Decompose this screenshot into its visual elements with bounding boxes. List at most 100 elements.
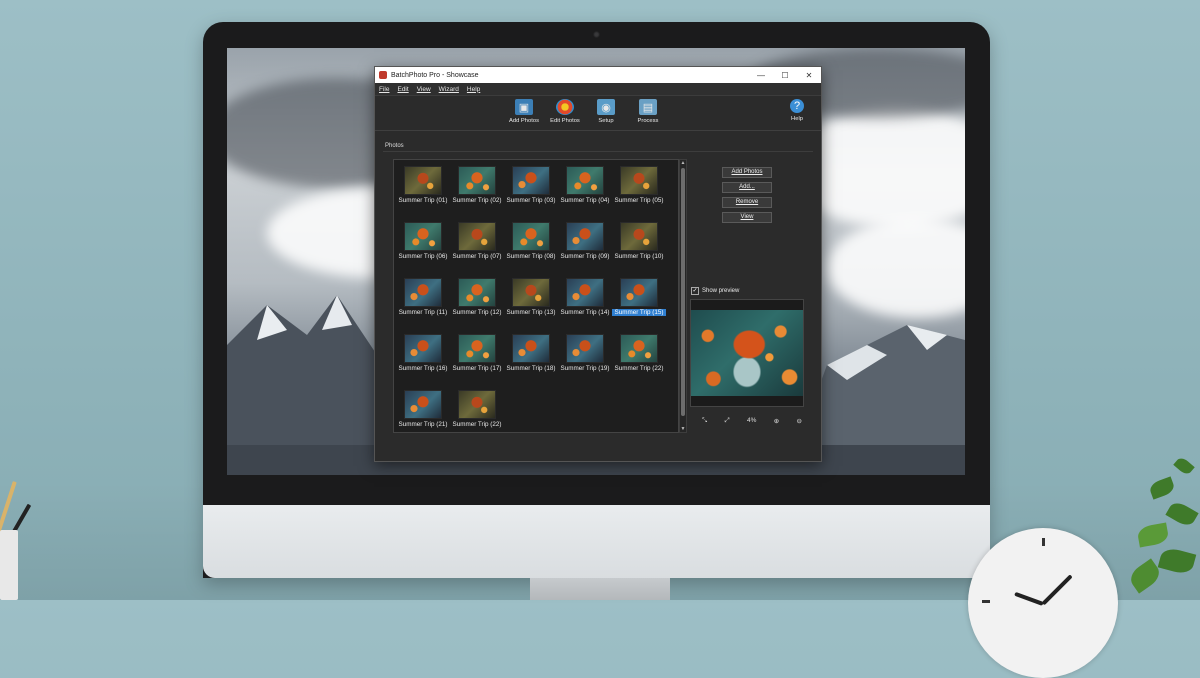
monitor-stand [530,578,670,600]
zoom-level: 4% [747,417,757,424]
photo-caption: Summer Trip (10) [614,253,664,260]
photo-thumbnail-image [404,166,442,195]
checkbox-check-icon: ✓ [691,287,699,295]
menu-wizard[interactable]: Wizard [439,86,459,93]
photo-thumbnail-item[interactable]: Summer Trip (01) [396,164,450,204]
photo-thumbnail-item[interactable]: Summer Trip (14) [558,276,612,316]
process-icon: ▤ [639,99,657,115]
zoom-in-icon[interactable]: ⊕ [774,417,779,425]
show-preview-label: Show preview [702,288,740,294]
photo-thumbnail-image [620,334,658,363]
photo-caption: Summer Trip (07) [452,253,502,260]
app-logo-icon [379,71,387,79]
photo-thumbnail-image [404,278,442,307]
fit-to-window-icon[interactable]: ⤡ [702,417,707,425]
remove-button-label: Remove [735,199,759,205]
photo-thumbnail-image [404,222,442,251]
close-button[interactable]: ✕ [797,71,821,80]
photo-thumbnail-image [566,166,604,195]
scroll-up-arrow[interactable]: ▲ [680,160,686,166]
toolbar-process-button[interactable]: ▤ Process [630,99,666,124]
actual-size-icon[interactable]: ⤢ [725,417,730,425]
minimize-button[interactable]: — [749,71,773,80]
menu-file[interactable]: File [379,86,389,93]
toolbar-setup-button[interactable]: ◉ Setup [588,99,624,124]
photo-caption: Summer Trip (17) [452,365,502,372]
menu-view[interactable]: View [417,86,431,93]
menu-bar: File Edit View Wizard Help [375,83,821,96]
photo-caption: Summer Trip (22) [452,421,502,428]
app-window: BatchPhoto Pro - Showcase — ☐ ✕ File Edi… [374,66,822,462]
photo-thumbnail-image [512,166,550,195]
monitor-chin [203,505,990,578]
view-button[interactable]: View [722,212,772,223]
preview-toolbar: ⤡ ⤢ 4% ⊕ ⊖ [702,417,802,425]
photo-caption: Summer Trip (09) [560,253,610,260]
toolbar-add-photos-button[interactable]: ▣ Add Photos [506,99,542,124]
photo-thumbnail-item[interactable]: Summer Trip (08) [504,220,558,260]
photo-thumbnail-image [458,278,496,307]
photo-thumbnail-image [404,390,442,419]
photo-thumbnail-image [566,278,604,307]
photo-caption: Summer Trip (04) [560,197,610,204]
scroll-down-arrow[interactable]: ▼ [680,426,686,432]
photo-thumbnail-item[interactable]: Summer Trip (03) [504,164,558,204]
photo-caption: Summer Trip (06) [398,253,448,260]
zoom-out-icon[interactable]: ⊖ [797,417,802,425]
clock-minute-hand [1041,574,1073,606]
toolbar-help-label: Help [791,116,803,122]
add-button[interactable]: Add... [722,182,772,193]
edit-photos-icon [556,99,574,115]
toolbar-process-label: Process [637,118,659,124]
photo-thumbnail-item[interactable]: Summer Trip (10) [612,220,666,260]
photo-thumbnail-item[interactable]: Summer Trip (13) [504,276,558,316]
photo-thumbnail-item[interactable]: Summer Trip (04) [558,164,612,204]
help-icon: ? [790,99,804,113]
photo-thumbnail-item[interactable]: Summer Trip (16) [396,332,450,372]
toolbar-edit-photos-button[interactable]: Edit Photos [547,99,583,124]
photo-caption: Summer Trip (16) [398,365,448,372]
view-button-label: View [740,214,754,220]
photo-thumbnail-item[interactable]: Summer Trip (11) [396,276,450,316]
toolbar-help-button[interactable]: ? Help [779,99,815,122]
photo-grid-scrollbar[interactable]: ▲ ▼ [679,159,687,433]
photo-thumbnail-item[interactable]: Summer Trip (22) [612,332,666,372]
photo-thumbnail-item[interactable]: Summer Trip (06) [396,220,450,260]
photo-caption: Summer Trip (02) [452,197,502,204]
menu-edit[interactable]: Edit [397,86,408,93]
photo-thumbnail-item[interactable]: Summer Trip (02) [450,164,504,204]
photo-caption: Summer Trip (19) [560,365,610,372]
photo-thumbnail-image [620,166,658,195]
photo-thumbnail-image [566,222,604,251]
photo-thumbnail-item[interactable]: Summer Trip (18) [504,332,558,372]
add-photos-button-label: Add Photos [731,169,763,175]
webcam [593,31,600,38]
photo-thumbnail-item[interactable]: Summer Trip (17) [450,332,504,372]
scrollbar-thumb[interactable] [681,168,685,416]
remove-button[interactable]: Remove [722,197,772,208]
photo-thumbnail-item[interactable]: Summer Trip (22) [450,388,504,428]
menu-help[interactable]: Help [467,86,480,93]
photo-thumbnail-image [458,334,496,363]
wall-clock [968,528,1118,678]
photo-thumbnail-image [512,278,550,307]
photo-thumbnail-item[interactable]: Summer Trip (07) [450,220,504,260]
photo-caption: Summer Trip (01) [398,197,448,204]
photo-caption: Summer Trip (11) [398,309,448,316]
photo-thumbnail-item[interactable]: Summer Trip (12) [450,276,504,316]
photo-thumbnail-item[interactable]: Summer Trip (09) [558,220,612,260]
photo-thumbnail-item-selected[interactable]: Summer Trip (15) [612,276,666,316]
photo-caption: Summer Trip (05) [614,197,664,204]
photo-caption: Summer Trip (18) [506,365,556,372]
photos-panel-label: Photos [385,143,404,149]
show-preview-checkbox[interactable]: ✓ Show preview [691,287,739,295]
toolbar-add-photos-label: Add Photos [509,118,539,124]
photo-thumbnail-item[interactable]: Summer Trip (21) [396,388,450,428]
photo-thumbnail-item[interactable]: Summer Trip (19) [558,332,612,372]
add-photos-button[interactable]: Add Photos [722,167,772,178]
maximize-button[interactable]: ☐ [773,71,797,80]
photo-caption: Summer Trip (12) [452,309,502,316]
photo-thumbnail-item[interactable]: Summer Trip (05) [612,164,666,204]
title-bar[interactable]: BatchPhoto Pro - Showcase — ☐ ✕ [375,67,821,83]
photo-grid[interactable]: Summer Trip (01) Summer Trip (02) Summer T… [393,159,679,433]
